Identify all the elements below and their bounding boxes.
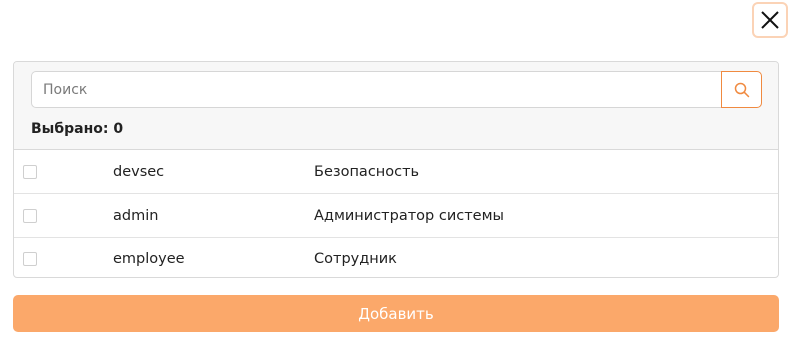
search-button[interactable] xyxy=(721,71,762,108)
row-checkbox[interactable] xyxy=(23,252,37,266)
add-button[interactable]: Добавить xyxy=(13,295,779,332)
role-title: Безопасность xyxy=(314,163,420,180)
role-code: admin xyxy=(113,207,159,224)
panel-header: Выбрано: 0 xyxy=(14,62,778,150)
close-icon xyxy=(761,11,779,29)
role-code: devsec xyxy=(113,163,165,180)
close-button[interactable] xyxy=(752,2,788,38)
selected-count: Выбрано: 0 xyxy=(31,121,124,137)
table-row[interactable]: admin Администратор системы xyxy=(14,194,778,238)
role-title: Администратор системы xyxy=(314,207,504,224)
row-checkbox[interactable] xyxy=(23,208,37,223)
row-checkbox[interactable] xyxy=(23,164,37,179)
table-row[interactable]: employee Сотрудник xyxy=(14,238,778,277)
role-code: employee xyxy=(113,251,185,267)
role-title: Сотрудник xyxy=(314,251,397,267)
search-icon xyxy=(734,82,749,97)
roles-panel: Выбрано: 0 devsec Безопасность admin Адм… xyxy=(13,61,779,278)
add-roles-dialog: Выбрано: 0 devsec Безопасность admin Адм… xyxy=(0,0,794,344)
search-input[interactable] xyxy=(31,71,721,108)
table-row[interactable]: devsec Безопасность xyxy=(14,150,778,194)
